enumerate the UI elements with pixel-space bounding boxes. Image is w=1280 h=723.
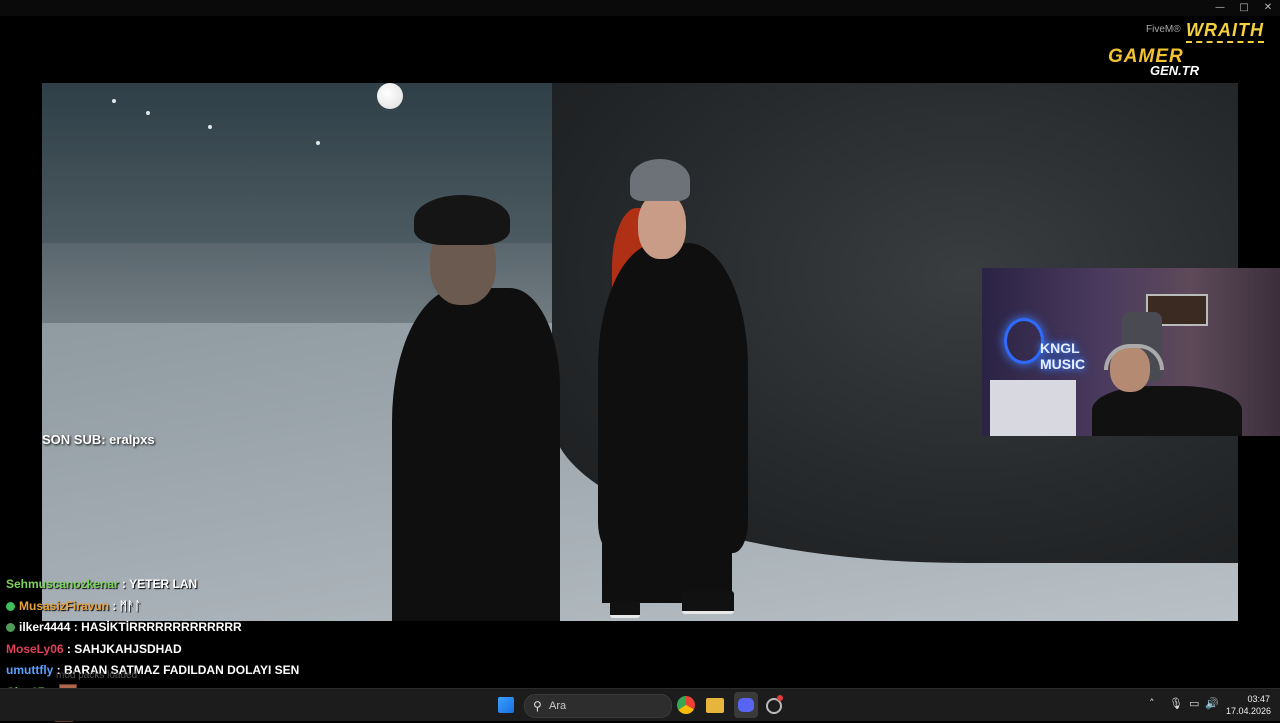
character-male-body	[392, 288, 560, 621]
chat-message: MoseLy06 : SAHJKAHJSDHAD	[6, 641, 182, 656]
last-subscriber-label: SON SUB: eralpxs	[42, 432, 155, 447]
search-placeholder: Ara	[549, 700, 567, 712]
search-icon: ⚲	[533, 699, 542, 713]
chat-message: MusasizFiravun : ᛗᚨᛚ	[6, 596, 141, 616]
chat-username: MoseLy06	[6, 641, 64, 656]
chat-text: HASİKTİRRRRRRRRRRRRR	[81, 620, 242, 634]
window-titlebar: — □ ✕	[0, 0, 1280, 16]
chat-text: YETER LAN	[129, 577, 198, 591]
clock-date: 17.04.2026	[1226, 706, 1272, 716]
character-female-head	[638, 193, 686, 259]
close-button[interactable]: ✕	[1256, 0, 1280, 16]
minimize-button[interactable]: —	[1208, 0, 1232, 16]
taskbar: ⚲ Ara ˄ 🎙 ▭ 🔊 03:47 17.04.2026	[0, 688, 1280, 721]
desk	[990, 380, 1076, 436]
mod-packs-hint: mod packs loaded	[56, 670, 138, 681]
tray-chevron-icon[interactable]: ˄	[1149, 697, 1155, 710]
character-female-shoe	[682, 591, 734, 614]
star	[208, 125, 212, 129]
display-icon[interactable]: ▭	[1189, 697, 1199, 710]
chat-message: ilker4444 : HASİKTİRRRRRRRRRRRRR	[6, 617, 242, 637]
neon-lock-sign	[1004, 318, 1044, 364]
badge-icon	[6, 601, 15, 611]
character-female-cap	[630, 159, 690, 201]
maximize-button[interactable]: □	[1232, 0, 1256, 16]
gentr-logo: GEN.TR	[1150, 63, 1200, 78]
discord-icon[interactable]	[738, 698, 754, 712]
chat-text: ᛗᚨᛚ	[119, 598, 142, 613]
badge-icon	[6, 623, 15, 633]
webcam-overlay: KNGL MUSIC	[982, 268, 1280, 436]
system-clock[interactable]: 03:47 17.04.2026	[1226, 693, 1272, 717]
star	[146, 111, 150, 115]
neon-sign-text: KNGL MUSIC	[1040, 340, 1086, 372]
start-button[interactable]	[498, 697, 514, 713]
chat-username: MusasizFiravun	[19, 598, 110, 613]
chat-username: umuttfly	[6, 663, 54, 677]
chrome-icon[interactable]	[677, 696, 695, 714]
moon	[377, 83, 403, 109]
chat-text: SAHJKAHJSDHAD	[74, 641, 182, 656]
chat-username: Sehmuscanozkenar	[6, 577, 119, 591]
star	[316, 141, 320, 145]
search-box[interactable]: ⚲ Ara	[524, 694, 672, 718]
chat-username: ilker4444	[19, 620, 71, 634]
character-female-shoe	[610, 601, 640, 618]
clock-time: 03:47	[1247, 694, 1270, 704]
character-female-legs	[602, 503, 732, 603]
star	[112, 99, 116, 103]
microphone-icon[interactable]: 🎙	[1169, 697, 1183, 710]
file-explorer-icon[interactable]	[706, 698, 724, 713]
wraith-logo: WRAITH	[1186, 20, 1264, 43]
chat-message: Sehmuscanozkenar : YETER LAN	[6, 577, 198, 591]
character-male-hair	[414, 195, 510, 245]
fivem-logo: FiveM®	[1146, 24, 1181, 35]
notification-dot	[777, 695, 783, 701]
volume-icon[interactable]: 🔊	[1205, 697, 1219, 710]
chat-message: umuttfly : BARAN SATMAZ FADILDAN DOLAYI …	[6, 663, 300, 677]
streamer-body	[1092, 386, 1242, 436]
